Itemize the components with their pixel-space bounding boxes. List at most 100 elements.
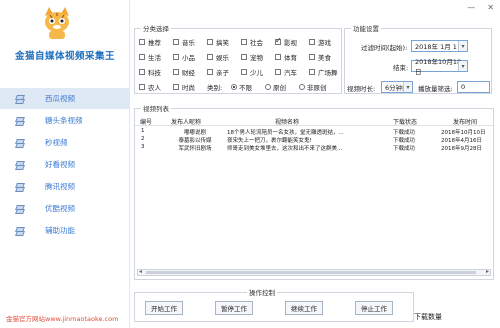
- close-button[interactable]: ✕: [487, 3, 494, 12]
- checkbox-icon: [309, 69, 315, 75]
- category-checkbox[interactable]: 娱乐: [207, 52, 229, 62]
- type-radio-unlimited[interactable]: 不限: [231, 82, 252, 92]
- column-header[interactable]: 发布人昵称: [171, 117, 201, 126]
- category-checkbox[interactable]: 亲子: [207, 67, 229, 77]
- plays-input[interactable]: 0: [457, 81, 490, 93]
- type-label: 类别:: [207, 84, 223, 92]
- end-date-picker[interactable]: 2018年10月18日 ▾: [411, 58, 468, 76]
- category-checkbox[interactable]: 汽车: [275, 67, 297, 77]
- chevron-down-icon: ▾: [403, 82, 412, 92]
- website-link[interactable]: 金猫官方网站www.jinmaotaoke.com: [6, 313, 118, 323]
- table-header: 编号 发布人昵称 视频名称 下载状态 发布时间: [135, 117, 493, 126]
- category-checkbox[interactable]: 财经: [173, 67, 195, 77]
- radio-icon: [265, 84, 271, 90]
- type-radio-non-original[interactable]: 非原创: [299, 82, 327, 92]
- sidebar-item-label: 好看视频: [45, 160, 75, 169]
- pause-button[interactable]: 暂停工作: [215, 301, 253, 315]
- category-checkbox[interactable]: 小品: [173, 52, 195, 62]
- checkbox-icon: [275, 54, 281, 60]
- checkbox-icon: [241, 54, 247, 60]
- category-checkbox[interactable]: 广场舞: [309, 67, 338, 77]
- scroll-right-icon[interactable]: ▸: [486, 268, 489, 275]
- chevron-down-icon: ▾: [458, 41, 467, 51]
- start-button[interactable]: 开始工作: [145, 301, 183, 315]
- checkbox-icon: [173, 69, 179, 75]
- sidebar-item-label: 秒视频: [45, 138, 68, 147]
- category-checkbox[interactable]: 宠物: [241, 52, 263, 62]
- column-header[interactable]: 下载状态: [393, 117, 417, 126]
- sidebar-item-label: 西瓜视频: [45, 94, 75, 103]
- category-panel-title: 分类选择: [141, 23, 171, 33]
- minimize-button[interactable]: —: [467, 3, 475, 12]
- video-list-panel: 视频列表 编号 发布人昵称 视频名称 下载状态 发布时间 1 嘟嘟说剧 18个男…: [134, 103, 494, 280]
- checkbox-icon: [309, 39, 315, 45]
- settings-panel-title: 功能设置: [351, 23, 381, 33]
- category-checkbox[interactable]: 影视: [275, 36, 297, 47]
- checkbox-icon: [241, 69, 247, 75]
- checkbox-icon: [309, 54, 315, 60]
- video-list-title: 视频列表: [141, 103, 171, 113]
- category-checkbox[interactable]: 社会: [241, 37, 263, 47]
- sidebar-item-miao[interactable]: 秒视频: [0, 132, 130, 153]
- sidebar: 金猫自媒体视频采集王 西瓜视频 糖头条视频 秒视频 好看视频 腾讯视频 优酷视频…: [0, 0, 130, 328]
- column-header[interactable]: 发布时间: [453, 117, 477, 126]
- category-checkbox[interactable]: 少儿: [241, 67, 263, 77]
- radio-checked-icon: [231, 84, 237, 90]
- type-radio-original[interactable]: 原创: [265, 82, 286, 92]
- resume-button[interactable]: 继续工作: [285, 301, 323, 315]
- table-row[interactable]: 1 嘟嘟说剧 18个男人轮流陪员一名女孩，堂无雕透斑结，... 下载成功 201…: [135, 128, 493, 136]
- column-header[interactable]: 编号: [140, 117, 152, 126]
- duration-label: 视频时长:: [347, 85, 376, 93]
- category-checkbox[interactable]: 美食: [309, 52, 331, 62]
- settings-panel: 功能设置 过滤时间(起始): 2018年 1月 1日 ▾ 结束: 2018年10月…: [344, 23, 492, 94]
- sidebar-item-tencent[interactable]: 腾讯视频: [0, 176, 130, 197]
- checkbox-icon: [173, 54, 179, 60]
- checkbox-icon: [207, 54, 213, 60]
- category-checkbox[interactable]: 搞笑: [207, 37, 229, 47]
- sidebar-item-haokan[interactable]: 好看视频: [0, 154, 130, 175]
- category-checkbox[interactable]: 游戏: [309, 37, 331, 47]
- start-date-picker[interactable]: 2018年 1月 1日 ▾: [411, 40, 468, 52]
- sidebar-item-label: 辅助功能: [45, 226, 75, 235]
- sidebar-item-toutiao[interactable]: 糖头条视频: [0, 110, 130, 131]
- checkbox-icon: [207, 69, 213, 75]
- stop-button[interactable]: 停止工作: [355, 301, 393, 315]
- start-date-label: 过滤时间(起始):: [361, 44, 408, 52]
- sidebar-item-youku[interactable]: 优酷视频: [0, 198, 130, 219]
- column-header[interactable]: 视频名称: [275, 117, 299, 126]
- category-checkbox[interactable]: 农人: [139, 82, 161, 92]
- category-checkbox[interactable]: 音乐: [173, 37, 195, 47]
- sidebar-item-label: 腾讯视频: [45, 182, 75, 191]
- category-checkbox[interactable]: 时尚: [173, 82, 195, 92]
- end-date-label: 结束:: [393, 64, 409, 72]
- checkbox-checked-icon: [275, 36, 282, 45]
- download-count-label: 下载数量: [414, 313, 442, 321]
- table-row[interactable]: 2 泰墓影以传媒 夜宋失上一把刀，裹尔翻能笑女鬼! 下载成功 2018年4月16…: [135, 136, 493, 144]
- layers-icon: [16, 183, 24, 191]
- sidebar-item-label: 优酷视频: [45, 204, 75, 213]
- category-checkbox[interactable]: 科技: [139, 67, 161, 77]
- chevron-down-icon: ▾: [458, 61, 467, 71]
- sidebar-item-tools[interactable]: 辅助功能: [0, 220, 130, 241]
- checkbox-icon: [139, 84, 145, 90]
- plays-label: 播放量筛选:: [418, 85, 453, 93]
- operation-panel: 操作控制 开始工作 暂停工作 继续工作 停止工作: [134, 287, 414, 322]
- cat-logo-icon: [45, 7, 69, 39]
- scroll-left-icon[interactable]: ◂: [139, 268, 142, 275]
- horizontal-scrollbar[interactable]: ◂ ▸: [137, 268, 491, 276]
- category-checkbox[interactable]: 推荐: [139, 37, 161, 47]
- category-checkbox[interactable]: 生活: [139, 52, 161, 62]
- scrollbar-thumb[interactable]: [146, 271, 476, 274]
- sidebar-item-xigua[interactable]: 西瓜视频: [0, 88, 130, 109]
- checkbox-icon: [139, 39, 145, 45]
- checkbox-icon: [139, 69, 145, 75]
- checkbox-icon: [173, 39, 179, 45]
- table-row[interactable]: 3 军武怀旧剧场 师哥走到美女堆里去，这次和出不来了这群美... 下载成功 20…: [135, 144, 493, 152]
- category-checkbox[interactable]: 体育: [275, 52, 297, 62]
- layers-icon: [16, 117, 24, 125]
- checkbox-icon: [275, 69, 281, 75]
- radio-icon: [299, 84, 305, 90]
- duration-select[interactable]: 6分钟内 ▾: [381, 81, 413, 93]
- layers-icon: [16, 205, 24, 213]
- checkbox-icon: [139, 54, 145, 60]
